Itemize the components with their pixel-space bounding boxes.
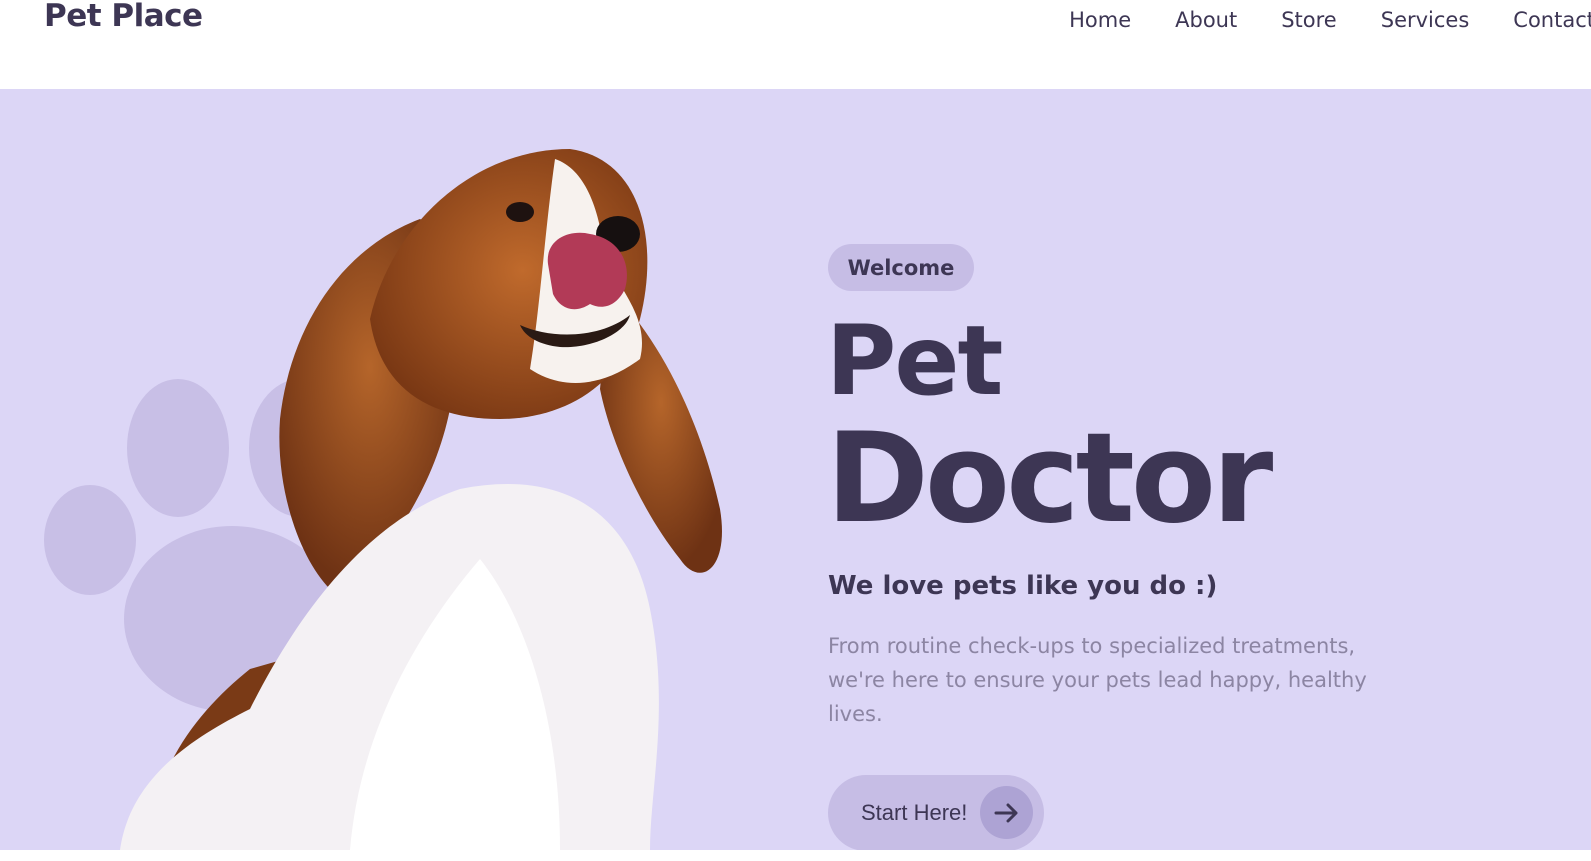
dog-photo	[120, 149, 722, 850]
hero-description: From routine check-ups to specialized tr…	[828, 634, 1367, 726]
nav-link-home[interactable]: Home	[1069, 6, 1131, 34]
nav-link-services[interactable]: Services	[1381, 6, 1470, 34]
site-header: Pet Place Home About Store Services Cont…	[0, 0, 1591, 89]
start-here-label: Start Here!	[861, 800, 968, 825]
welcome-badge: Welcome	[828, 244, 974, 291]
hero-tagline: We love pets like you do :)	[828, 571, 1218, 601]
nav-link-about[interactable]: About	[1175, 6, 1237, 34]
hero-title-line1: Pet	[826, 305, 1003, 417]
nav-link-contact[interactable]: Contact	[1513, 6, 1591, 34]
start-here-button[interactable]: Start Here!	[828, 775, 1044, 850]
hero-title-line2: Doctor	[826, 407, 1273, 551]
nav-link-store[interactable]: Store	[1281, 6, 1337, 34]
page-bottom-edge	[0, 850, 1591, 861]
arrow-right-icon	[980, 786, 1033, 839]
main-nav: Home About Store Services Contact	[1025, 6, 1591, 34]
hero-section: Welcome Pet Doctor We love pets like you…	[0, 89, 1591, 850]
site-logo[interactable]: Pet Place	[44, 0, 203, 34]
